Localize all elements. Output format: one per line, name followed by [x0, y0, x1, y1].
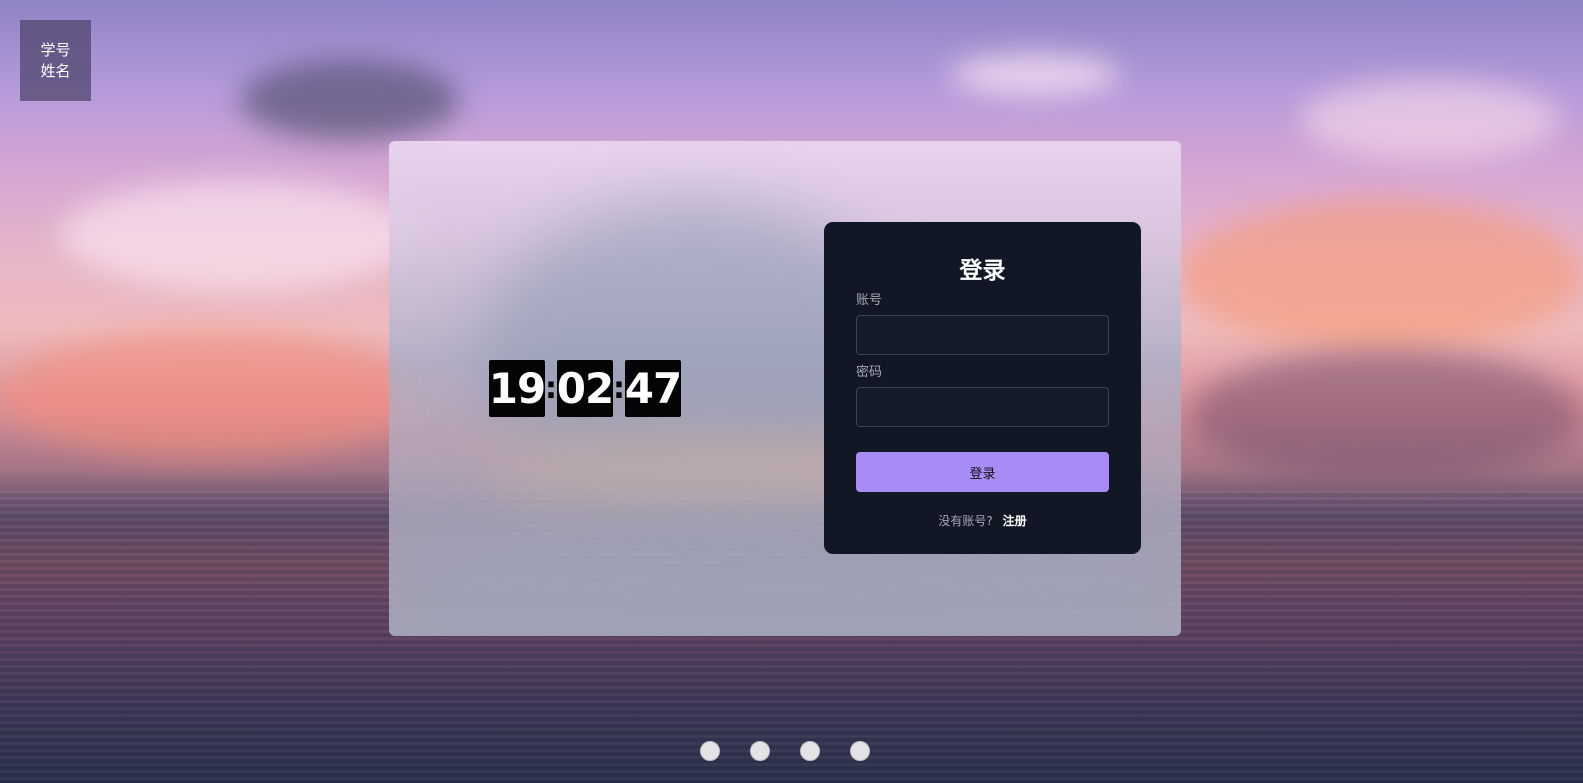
clock-hours: 19	[489, 360, 546, 417]
cloud-right-sunset	[1180, 200, 1583, 350]
register-link[interactable]: 注册	[1003, 514, 1027, 528]
clock-seconds: 47	[625, 360, 682, 417]
account-input[interactable]	[856, 315, 1109, 355]
carousel-dot-4[interactable]	[850, 741, 870, 761]
clock-minutes: 02	[557, 360, 614, 417]
clock-separator: :	[613, 371, 625, 406]
carousel-dot-2[interactable]	[750, 741, 770, 761]
carousel-dot-3[interactable]	[800, 741, 820, 761]
no-account-text: 没有账号?	[938, 514, 993, 528]
carousel-dots	[700, 741, 870, 761]
login-card: 登录 账号 密码 登录 没有账号? 注册	[824, 222, 1141, 554]
digital-clock: 19 : 02 : 47	[489, 360, 682, 417]
login-button[interactable]: 登录	[856, 452, 1109, 492]
cloud-dark	[240, 60, 460, 140]
login-title: 登录	[959, 258, 1006, 284]
student-id-label: 学号	[40, 40, 71, 59]
account-label: 账号	[856, 293, 883, 308]
cloud-left	[60, 180, 420, 290]
cloud-right-low	[1190, 350, 1583, 480]
cloud-left-sunset	[0, 330, 420, 460]
clock-separator: :	[545, 371, 557, 406]
cloud-small	[950, 55, 1120, 95]
register-row: 没有账号? 注册	[856, 512, 1109, 529]
student-name-label: 姓名	[40, 61, 71, 80]
carousel-dot-1[interactable]	[700, 741, 720, 761]
password-label: 密码	[856, 365, 883, 380]
cloud-right-top	[1300, 80, 1560, 160]
student-info-badge: 学号 姓名	[20, 20, 91, 101]
password-input[interactable]	[856, 387, 1109, 427]
